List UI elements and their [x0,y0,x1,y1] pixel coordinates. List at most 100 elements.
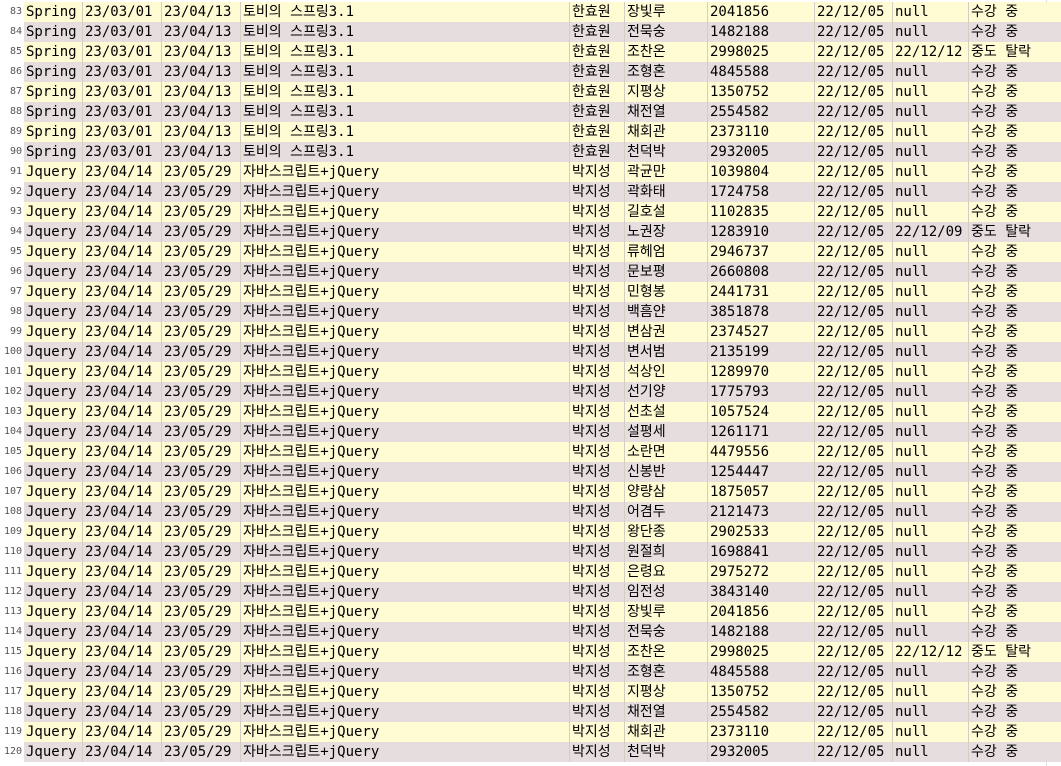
cell-instructor[interactable]: 박지성 [570,422,625,442]
cell-course[interactable]: Jquery [24,722,83,742]
cell-reg-date[interactable]: 22/12/05 [815,182,893,202]
cell-start-date[interactable]: 23/03/01 [83,62,162,82]
table-row[interactable]: 111 Jquery 23/04/14 23/05/29 자바스크립트+jQuery 박지… [0,562,1061,582]
cell-status[interactable]: 수강 중 [969,402,1046,422]
cell-end-date[interactable]: 23/05/29 [162,182,241,202]
cell-course-name[interactable]: 토비의 스프링3.1 [241,42,570,62]
cell-start-date[interactable]: 23/04/14 [83,542,162,562]
cell-drop-date[interactable]: null [893,602,969,622]
cell-end-date[interactable]: 23/05/29 [162,642,241,662]
cell-end-date[interactable]: 23/05/29 [162,482,241,502]
cell-student-name[interactable]: 원절희 [625,542,708,562]
cell-drop-date[interactable]: null [893,82,969,102]
cell-course-name[interactable]: 자바스크립트+jQuery [241,202,570,222]
cell-student-id[interactable]: 2660808 [708,262,815,282]
cell-drop-date[interactable]: null [893,622,969,642]
cell-student-name[interactable]: 은령요 [625,562,708,582]
cell-drop-date[interactable]: null [893,102,969,122]
cell-course-name[interactable]: 자바스크립트+jQuery [241,662,570,682]
cell-student-name[interactable]: 조찬온 [625,42,708,62]
cell-drop-date[interactable]: null [893,2,969,22]
cell-course-name[interactable]: 자바스크립트+jQuery [241,382,570,402]
cell-start-date[interactable]: 23/04/14 [83,382,162,402]
cell-status[interactable]: 수강 중 [969,482,1046,502]
cell-drop-date[interactable]: null [893,742,969,762]
cell-instructor[interactable]: 박지성 [570,162,625,182]
cell-course-name[interactable]: 자바스크립트+jQuery [241,682,570,702]
cell-instructor[interactable]: 박지성 [570,282,625,302]
cell-student-id[interactable]: 2041856 [708,2,815,22]
cell-start-date[interactable]: 23/04/14 [83,622,162,642]
cell-course-name[interactable]: 자바스크립트+jQuery [241,342,570,362]
cell-drop-date[interactable]: null [893,382,969,402]
cell-reg-date[interactable]: 22/12/05 [815,582,893,602]
cell-reg-date[interactable]: 22/12/05 [815,442,893,462]
cell-reg-date[interactable]: 22/12/05 [815,342,893,362]
cell-student-name[interactable]: 변서범 [625,342,708,362]
cell-student-name[interactable]: 전묵숭 [625,622,708,642]
cell-reg-date[interactable]: 22/12/05 [815,602,893,622]
table-row[interactable]: 88 Spring 23/03/01 23/04/13 토비의 스프링3.1 한효원 채전열… [0,102,1061,122]
cell-student-id[interactable]: 2554582 [708,102,815,122]
cell-course[interactable]: Spring [24,2,83,22]
cell-end-date[interactable]: 23/05/29 [162,422,241,442]
cell-status[interactable]: 수강 중 [969,562,1046,582]
cell-drop-date[interactable]: null [893,582,969,602]
cell-start-date[interactable]: 23/04/14 [83,342,162,362]
cell-student-id[interactable]: 2946737 [708,242,815,262]
cell-start-date[interactable]: 23/03/01 [83,142,162,162]
cell-drop-date[interactable]: null [893,722,969,742]
cell-student-name[interactable]: 임전성 [625,582,708,602]
cell-drop-date[interactable]: null [893,662,969,682]
cell-end-date[interactable]: 23/05/29 [162,282,241,302]
cell-drop-date[interactable]: null [893,562,969,582]
cell-student-id[interactable]: 1775793 [708,382,815,402]
cell-instructor[interactable]: 박지성 [570,362,625,382]
cell-student-name[interactable]: 소란면 [625,442,708,462]
table-row[interactable]: 104 Jquery 23/04/14 23/05/29 자바스크립트+jQuery 박지… [0,422,1061,442]
cell-student-name[interactable]: 문보평 [625,262,708,282]
cell-end-date[interactable]: 23/05/29 [162,622,241,642]
cell-instructor[interactable]: 박지성 [570,622,625,642]
table-row[interactable]: 91 Jquery 23/04/14 23/05/29 자바스크립트+jQuery 박지성… [0,162,1061,182]
cell-course-name[interactable]: 자바스크립트+jQuery [241,282,570,302]
cell-drop-date[interactable]: null [893,262,969,282]
cell-course[interactable]: Jquery [24,662,83,682]
cell-end-date[interactable]: 23/05/29 [162,602,241,622]
cell-start-date[interactable]: 23/04/14 [83,202,162,222]
cell-course[interactable]: Spring [24,62,83,82]
cell-course-name[interactable]: 자바스크립트+jQuery [241,402,570,422]
cell-student-name[interactable]: 채전열 [625,102,708,122]
cell-start-date[interactable]: 23/03/01 [83,122,162,142]
table-row[interactable]: 110 Jquery 23/04/14 23/05/29 자바스크립트+jQuery 박지… [0,542,1061,562]
cell-course[interactable]: Jquery [24,242,83,262]
cell-drop-date[interactable]: 22/12/12 [893,642,969,662]
cell-course-name[interactable]: 자바스크립트+jQuery [241,502,570,522]
cell-course[interactable]: Spring [24,82,83,102]
cell-course-name[interactable]: 자바스크립트+jQuery [241,702,570,722]
cell-reg-date[interactable]: 22/12/05 [815,22,893,42]
cell-instructor[interactable]: 한효원 [570,2,625,22]
cell-course-name[interactable]: 자바스크립트+jQuery [241,522,570,542]
cell-student-id[interactable]: 2975272 [708,562,815,582]
cell-course-name[interactable]: 자바스크립트+jQuery [241,242,570,262]
cell-status[interactable]: 수강 중 [969,722,1046,742]
cell-student-name[interactable]: 노권장 [625,222,708,242]
cell-end-date[interactable]: 23/05/29 [162,322,241,342]
cell-student-id[interactable]: 1283910 [708,222,815,242]
cell-course[interactable]: Jquery [24,362,83,382]
cell-course-name[interactable]: 자바스크립트+jQuery [241,482,570,502]
cell-student-id[interactable]: 2373110 [708,122,815,142]
cell-status[interactable]: 중도 탈락 [969,222,1046,242]
cell-reg-date[interactable]: 22/12/05 [815,502,893,522]
cell-reg-date[interactable]: 22/12/05 [815,142,893,162]
cell-start-date[interactable]: 23/04/14 [83,702,162,722]
cell-student-name[interactable]: 채전열 [625,702,708,722]
table-row[interactable]: 103 Jquery 23/04/14 23/05/29 자바스크립트+jQuery 박지… [0,402,1061,422]
cell-status[interactable]: 수강 중 [969,22,1046,42]
cell-instructor[interactable]: 박지성 [570,222,625,242]
cell-reg-date[interactable]: 22/12/05 [815,62,893,82]
table-row[interactable]: 99 Jquery 23/04/14 23/05/29 자바스크립트+jQuery 박지성… [0,322,1061,342]
cell-start-date[interactable]: 23/04/14 [83,642,162,662]
cell-student-name[interactable]: 전묵숭 [625,22,708,42]
